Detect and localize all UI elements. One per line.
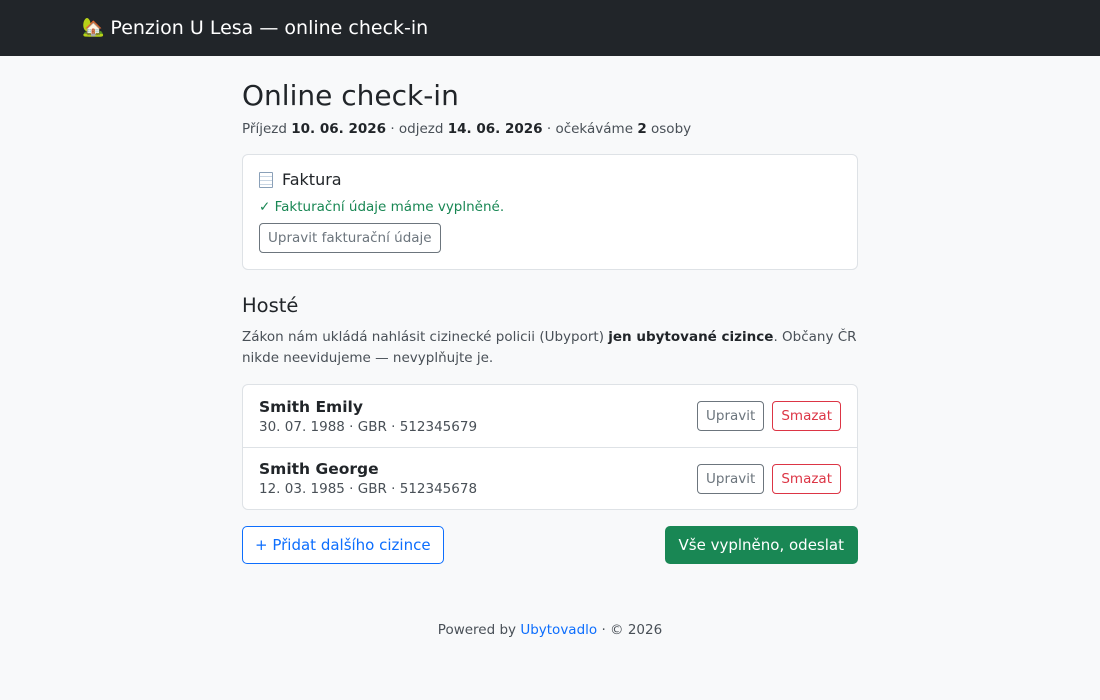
page-title: Online check-in [242,79,459,112]
invoice-status: ✓ Fakturační údaje máme vyplněné. [259,199,505,215]
delete-guest-button[interactable]: Smazat [772,463,841,494]
guest-info: 30. 07. 1988 · GBR · 512345679 [259,418,478,435]
guest-actions: Upravit Smazat [697,463,841,494]
footer-suffix: · © 2026 [601,622,663,638]
add-guest-button[interactable]: + Přidat dalšího cizince [242,526,444,564]
delete-guest-button[interactable]: Smazat [772,401,841,431]
footer-prefix: Powered by [437,622,517,638]
guest-name: Smith Emily [259,397,363,416]
submit-button[interactable]: Vše vyplněno, odeslat [664,526,858,564]
receipt-icon [259,171,273,188]
guest-details: Smith Emily 30. 07. 1988 · GBR · 5123456… [259,398,477,435]
edit-guest-button[interactable]: Upravit [697,401,765,431]
form-actions: + Přidat dalšího cizince Vše vyplněno, o… [242,526,858,564]
guest-count-suffix: osoby [651,121,692,137]
guests-law-note: Zákon nám ukládá nahlásit cizinecké poli… [242,327,858,369]
invoice-heading: Faktura [259,170,841,189]
guest-row: Smith Emily 30. 07. 1988 · GBR · 5123456… [243,385,857,447]
invoice-card: Faktura ✓ Fakturační údaje máme vyplněné… [242,154,858,270]
main-container: Online check-in Příjezd 10. 06. 2026 · o… [242,56,858,638]
guest-details: Smith George 12. 03. 1985 · GBR · 512345… [259,460,477,497]
guest-row: Smith George 12. 03. 1985 · GBR · 512345… [243,447,857,509]
guest-list: Smith Emily 30. 07. 1988 · GBR · 5123456… [242,384,858,510]
navbar: 🏡 Penzion U Lesa — online check-in [0,0,1100,56]
brand[interactable]: 🏡 Penzion U Lesa — online check-in [82,17,428,39]
guests-title: Hosté [242,294,299,317]
guest-actions: Upravit Smazat [697,401,841,431]
invoice-title: Faktura [282,170,342,189]
arrival-date: 10. 06. 2026 [291,121,387,137]
footer-link[interactable]: Ubytovadlo [520,622,597,638]
house-icon: 🏡 [82,17,105,38]
guest-info: 12. 03. 1985 · GBR · 512345678 [259,481,478,497]
law-text-start: Zákon nám ukládá nahlásit cizinecké poli… [242,329,609,345]
law-text-bold: jen ubytované cizince [608,329,774,345]
arrival-label: Příjezd [242,121,287,137]
expected-label: · očekáváme [546,121,634,137]
guest-count: 2 [637,121,647,137]
departure-date: 14. 06. 2026 [447,121,543,137]
guest-name: Smith George [259,460,379,478]
edit-invoice-button[interactable]: Upravit fakturační údaje [259,223,441,253]
stay-summary: Příjezd 10. 06. 2026 · odjezd 14. 06. 20… [242,121,858,137]
departure-label: · odjezd [390,121,444,137]
brand-title: Penzion U Lesa — online check-in [110,17,429,39]
edit-guest-button[interactable]: Upravit [697,463,765,494]
footer: Powered by Ubytovadlo · © 2026 [0,622,1100,638]
